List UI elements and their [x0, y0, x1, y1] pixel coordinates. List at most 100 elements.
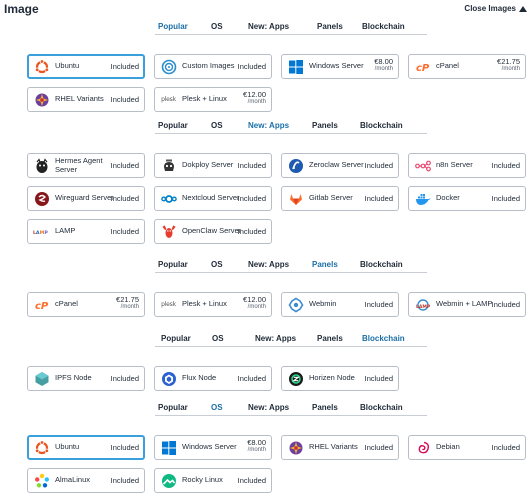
- webmin-icon: [287, 296, 304, 313]
- image-price: Included: [110, 194, 139, 203]
- cpanel-icon: cP: [33, 296, 50, 313]
- image-card[interactable]: cP cPanel €21.75/month: [27, 292, 145, 317]
- tab-panels[interactable]: Panels: [317, 22, 343, 31]
- tab-apps[interactable]: New: Apps: [248, 22, 289, 31]
- image-card[interactable]: OpenClaw Server Included: [154, 219, 272, 244]
- image-card[interactable]: Ubuntu Included: [27, 54, 145, 79]
- image-name: Plesk + Linux: [182, 94, 227, 104]
- tab-blockchain[interactable]: Blockchain: [360, 403, 403, 412]
- price-amount: €8.00: [374, 57, 393, 66]
- image-name: Horizen Node: [309, 373, 355, 383]
- price-amount: €12.00: [243, 90, 266, 99]
- image-card[interactable]: cP cPanel €21.75/month: [408, 54, 526, 79]
- image-card[interactable]: Horizen Node Included: [281, 366, 399, 391]
- image-name: cPanel: [55, 299, 78, 309]
- image-price: Included: [110, 374, 139, 383]
- tab-blockchain[interactable]: Blockchain: [360, 121, 403, 130]
- windows-icon: [160, 439, 177, 456]
- custom-images-icon: [160, 58, 177, 75]
- image-name: Rocky Linux: [182, 475, 223, 485]
- image-price: Included: [491, 300, 520, 309]
- tab-apps[interactable]: New: Apps: [248, 403, 289, 412]
- tab-popular[interactable]: Popular: [158, 403, 188, 412]
- image-card[interactable]: IPFS Node Included: [27, 366, 145, 391]
- image-name: Zeroclaw Server: [309, 160, 364, 170]
- svg-text:cP: cP: [416, 63, 430, 74]
- image-name: Webmin: [309, 299, 337, 309]
- image-card[interactable]: Nextcloud Server Included: [154, 186, 272, 211]
- image-card[interactable]: Debian Included: [408, 435, 526, 460]
- price-period: /month: [501, 66, 520, 72]
- image-card[interactable]: L A M P LAMP Included: [27, 219, 145, 244]
- image-name: Ubuntu: [55, 442, 80, 452]
- image-card[interactable]: RHEL Variants Included: [281, 435, 399, 460]
- image-card[interactable]: Windows Server €8.00/month: [281, 54, 399, 79]
- image-price: Included: [491, 161, 520, 170]
- image-card[interactable]: AlmaLinux Included: [27, 468, 145, 493]
- hermes-icon: [33, 157, 50, 174]
- image-name: Gitlab Server: [309, 193, 353, 203]
- rhel-icon: [33, 91, 50, 108]
- image-price: Included: [110, 476, 139, 485]
- image-name: Hermes Agent Server: [55, 156, 103, 174]
- image-price: Included: [237, 227, 266, 236]
- tab-os[interactable]: OS: [211, 403, 223, 412]
- image-card[interactable]: Zeroclaw Server Included: [281, 153, 399, 178]
- image-price: Included: [364, 194, 393, 203]
- tabs-divider: [155, 272, 427, 273]
- image-name: AlmaLinux: [55, 475, 91, 485]
- tab-blockchain[interactable]: Blockchain: [362, 334, 405, 343]
- tab-popular[interactable]: Popular: [158, 260, 188, 269]
- category-tabs: Popular OS New: Apps Panels Blockchain: [0, 260, 531, 274]
- tab-apps[interactable]: New: Apps: [248, 121, 289, 130]
- tab-apps[interactable]: New: Apps: [255, 334, 296, 343]
- close-images-button[interactable]: Close Images: [464, 4, 527, 13]
- image-card[interactable]: RHEL Variants Included: [27, 87, 145, 112]
- image-card[interactable]: Custom Images Included: [154, 54, 272, 79]
- tab-popular[interactable]: Popular: [158, 22, 188, 31]
- horizen-icon: [287, 370, 304, 387]
- image-name: cPanel: [436, 61, 459, 71]
- tab-blockchain[interactable]: Blockchain: [360, 260, 403, 269]
- tab-os[interactable]: OS: [212, 334, 224, 343]
- image-card[interactable]: Hermes Agent Server Included: [27, 153, 145, 178]
- tab-panels[interactable]: Panels: [312, 260, 338, 269]
- rhel-icon: [287, 439, 304, 456]
- image-price: €21.75/month: [497, 58, 520, 73]
- tab-os[interactable]: OS: [211, 260, 223, 269]
- tab-popular[interactable]: Popular: [158, 121, 188, 130]
- image-card[interactable]: Gitlab Server Included: [281, 186, 399, 211]
- section-title: Image: [4, 2, 39, 16]
- image-card[interactable]: Wireguard Server Included: [27, 186, 145, 211]
- dokploy-icon: [160, 157, 177, 174]
- image-card[interactable]: Flux Node Included: [154, 366, 272, 391]
- image-card[interactable]: Docker Included: [408, 186, 526, 211]
- image-name: RHEL Variants: [55, 94, 104, 104]
- tab-panels[interactable]: Panels: [312, 121, 338, 130]
- webmin-lamp-icon: LAMP: [414, 296, 431, 313]
- image-card[interactable]: Windows Server €8.00/month: [154, 435, 272, 460]
- tab-panels[interactable]: Panels: [317, 334, 343, 343]
- tab-os[interactable]: OS: [211, 22, 223, 31]
- tab-os[interactable]: OS: [211, 121, 223, 130]
- tab-blockchain[interactable]: Blockchain: [362, 22, 405, 31]
- image-name: Windows Server: [182, 442, 237, 452]
- rockylinux-icon: [160, 472, 177, 489]
- image-card[interactable]: plesk Plesk + Linux €12.00/month: [154, 292, 272, 317]
- tab-panels[interactable]: Panels: [312, 403, 338, 412]
- tab-apps[interactable]: New: Apps: [248, 260, 289, 269]
- image-card[interactable]: Webmin Included: [281, 292, 399, 317]
- image-card[interactable]: n8n Server Included: [408, 153, 526, 178]
- close-images-label: Close Images: [464, 4, 516, 13]
- image-name: Ubuntu: [55, 61, 80, 71]
- image-card[interactable]: plesk Plesk + Linux €12.00/month: [154, 87, 272, 112]
- image-card[interactable]: Dokploy Server Included: [154, 153, 272, 178]
- image-card[interactable]: LAMP Webmin + LAMP Included: [408, 292, 526, 317]
- image-card[interactable]: Ubuntu Included: [27, 435, 145, 460]
- image-card[interactable]: Rocky Linux Included: [154, 468, 272, 493]
- image-name: IPFS Node: [55, 373, 92, 383]
- tabs-divider: [155, 34, 427, 35]
- tab-popular[interactable]: Popular: [161, 334, 191, 343]
- ubuntu-icon: [33, 439, 50, 456]
- image-price: Included: [237, 374, 266, 383]
